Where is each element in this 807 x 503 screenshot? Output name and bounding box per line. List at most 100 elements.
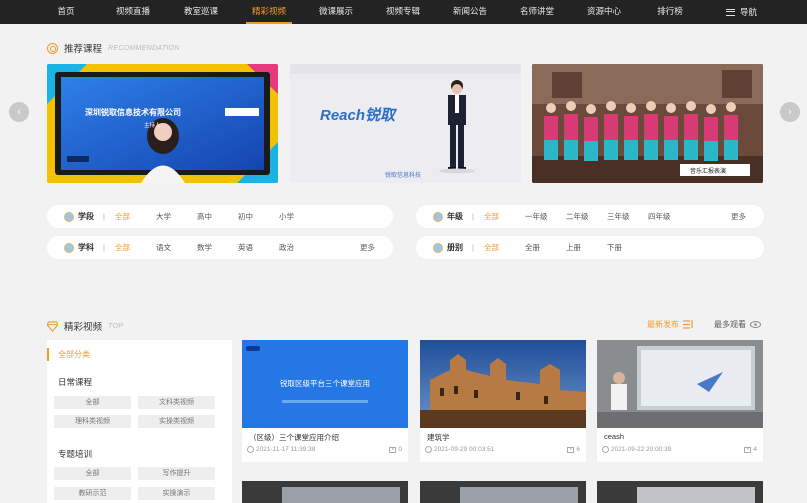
filter-nianji-option[interactable]: 四年级	[648, 211, 689, 222]
slide-2-caption: 锐取信息科技	[385, 173, 422, 179]
slide-3-image	[532, 64, 763, 183]
video-date: 2021-09-29 00:03:51	[425, 446, 494, 453]
filter-nianji-option[interactable]: 三年级	[607, 211, 648, 222]
nav-menu-label: 导航	[739, 7, 757, 17]
category-tag[interactable]: 全部	[54, 467, 131, 480]
video-thumbnail	[420, 340, 586, 428]
category-group-daily: 日常课程	[58, 377, 93, 387]
filter-duan-option[interactable]: 大学	[156, 211, 197, 222]
filter-cebie-icon	[433, 242, 443, 253]
category-tag[interactable]: 教研示范	[54, 487, 131, 500]
recommend-slide-2[interactable]: Reach锐取 锐取信息科技	[290, 64, 521, 183]
video-card[interactable]: 建筑学 2021-09-29 00:03:51 6	[420, 340, 586, 462]
filter-xueke: 学科 | 全部 语文 数学 英语 政治 更多	[47, 236, 393, 259]
play-count-icon	[389, 446, 397, 453]
video-card-partial[interactable]	[597, 481, 763, 503]
filter-cebie-option[interactable]: 上册	[566, 242, 607, 253]
nav-item-news[interactable]: 新闻公告	[447, 0, 493, 24]
filter-duan-icon	[64, 211, 74, 222]
filter-duan-option[interactable]: 全部	[115, 211, 156, 222]
carousel-prev-button[interactable]: ‹	[9, 102, 29, 122]
sort-icon	[683, 320, 693, 329]
sort-most-label: 最多观看	[714, 320, 746, 329]
filter-xueke-option[interactable]: 数学	[197, 242, 238, 253]
filter-nianji: 年级 | 全部 一年级 二年级 三年级 四年级 更多	[416, 205, 764, 228]
video-count: 6	[567, 446, 580, 453]
sort-latest-label: 最新发布	[647, 320, 679, 329]
filter-duan-option[interactable]: 小学	[279, 211, 320, 222]
nav-item-ranking[interactable]: 排行榜	[650, 0, 690, 24]
play-count-icon	[744, 446, 752, 453]
filter-xueke-option[interactable]: 政治	[279, 242, 320, 253]
featured-title: 精彩视频	[64, 322, 103, 333]
filter-cebie-label: 册别	[447, 243, 463, 252]
filter-xueke-icon	[64, 242, 74, 253]
featured-header: 精彩视频 TOP	[47, 319, 123, 333]
category-tag[interactable]: 全部	[54, 396, 131, 409]
recommend-title: 推荐课程	[64, 44, 103, 55]
filter-xueke-option[interactable]: 英语	[238, 242, 279, 253]
nav-item-live[interactable]: 视频直播	[110, 0, 156, 24]
video-card-partial[interactable]	[242, 481, 408, 503]
filter-cebie-option[interactable]: 下册	[607, 242, 648, 253]
filter-duan: 学段 | 全部 大学 高中 初中 小学	[47, 205, 393, 228]
category-tag[interactable]: 文科类视频	[138, 396, 215, 409]
recommend-header: 推荐课程 RECOMMENDATION	[47, 41, 180, 55]
video-count: 0	[389, 446, 402, 453]
video-card[interactable]: 锐取区级平台三个课堂应用 （区级）三个课堂应用介绍 2021-11-17 11:…	[242, 340, 408, 462]
nav-item-teachers[interactable]: 名师讲堂	[514, 0, 560, 24]
recommend-subtitle: RECOMMENDATION	[108, 44, 180, 52]
filter-cebie: 册别 | 全部 全册 上册 下册	[416, 236, 764, 259]
filter-xueke-more[interactable]: 更多	[360, 242, 375, 253]
clock-icon	[602, 446, 609, 453]
nav-item-microclass[interactable]: 微课展示	[313, 0, 359, 24]
category-all[interactable]: 全部分类	[47, 348, 90, 361]
filter-xueke-option[interactable]: 语文	[156, 242, 197, 253]
play-count-icon	[567, 446, 575, 453]
slide-2-logo: Reach锐取	[320, 107, 396, 124]
category-tag[interactable]: 实操类视频	[138, 415, 215, 428]
category-tag[interactable]: 理科类视频	[54, 415, 131, 428]
featured-subtitle: TOP	[108, 322, 124, 330]
filter-nianji-more[interactable]: 更多	[731, 211, 746, 222]
category-tag[interactable]: 写作提升	[138, 467, 215, 480]
video-thumbnail-text: 锐取区级平台三个课堂应用	[280, 379, 370, 388]
nav-item-patrol[interactable]: 教室巡课	[178, 0, 224, 24]
slide-1-sub-text: 主持人	[144, 123, 161, 129]
clock-icon	[247, 446, 254, 453]
nav-item-home[interactable]: 首页	[48, 0, 84, 24]
slide-1-banner-text: 深圳锐取信息技术有限公司	[85, 108, 181, 117]
recommend-slide-1[interactable]: 深圳锐取信息技术有限公司 主持人	[47, 64, 278, 183]
filter-xueke-label: 学科	[78, 243, 94, 252]
video-thumbnail	[597, 340, 763, 428]
filter-xueke-option[interactable]: 全部	[115, 242, 156, 253]
clock-icon	[425, 446, 432, 453]
sort-most-button[interactable]: 最多观看	[714, 319, 761, 330]
filter-cebie-option[interactable]: 全部	[484, 242, 525, 253]
nav-item-featured[interactable]: 精彩视频	[246, 0, 292, 24]
nav-item-album[interactable]: 视频专辑	[380, 0, 426, 24]
video-title: 建筑学	[427, 433, 450, 442]
filter-duan-option[interactable]: 高中	[197, 211, 238, 222]
video-title: （区级）三个课堂应用介绍	[249, 433, 339, 442]
filter-nianji-icon	[433, 211, 443, 222]
video-thumbnail: 锐取区级平台三个课堂应用	[242, 340, 408, 428]
filter-nianji-label: 年级	[447, 212, 463, 221]
video-card[interactable]: ceash 2021-09-22 20:00:39 4	[597, 340, 763, 462]
category-sidebar: 全部分类 日常课程 全部 文科类视频 理科类视频 实操类视频 专题培训 全部 写…	[47, 340, 232, 503]
filter-duan-option[interactable]: 初中	[238, 211, 279, 222]
video-card-partial[interactable]	[420, 481, 586, 503]
recommend-icon	[47, 42, 58, 54]
nav-menu-button[interactable]: 导航	[725, 0, 757, 24]
filter-cebie-option[interactable]: 全册	[525, 242, 566, 253]
recommend-slide-3[interactable]: 音乐汇报表演	[532, 64, 763, 183]
filter-nianji-option[interactable]: 一年级	[525, 211, 566, 222]
nav-item-resources[interactable]: 资源中心	[581, 0, 627, 24]
carousel-next-button[interactable]: ›	[780, 102, 800, 122]
sort-latest-button[interactable]: 最新发布	[647, 319, 694, 330]
category-tag[interactable]: 实操演示	[138, 487, 215, 500]
top-nav-bar: 首页 视频直播 教室巡课 精彩视频 微课展示 视频专辑 新闻公告 名师讲堂 资源…	[0, 0, 807, 24]
diamond-icon	[47, 320, 58, 332]
filter-nianji-option[interactable]: 全部	[484, 211, 525, 222]
filter-nianji-option[interactable]: 二年级	[566, 211, 607, 222]
